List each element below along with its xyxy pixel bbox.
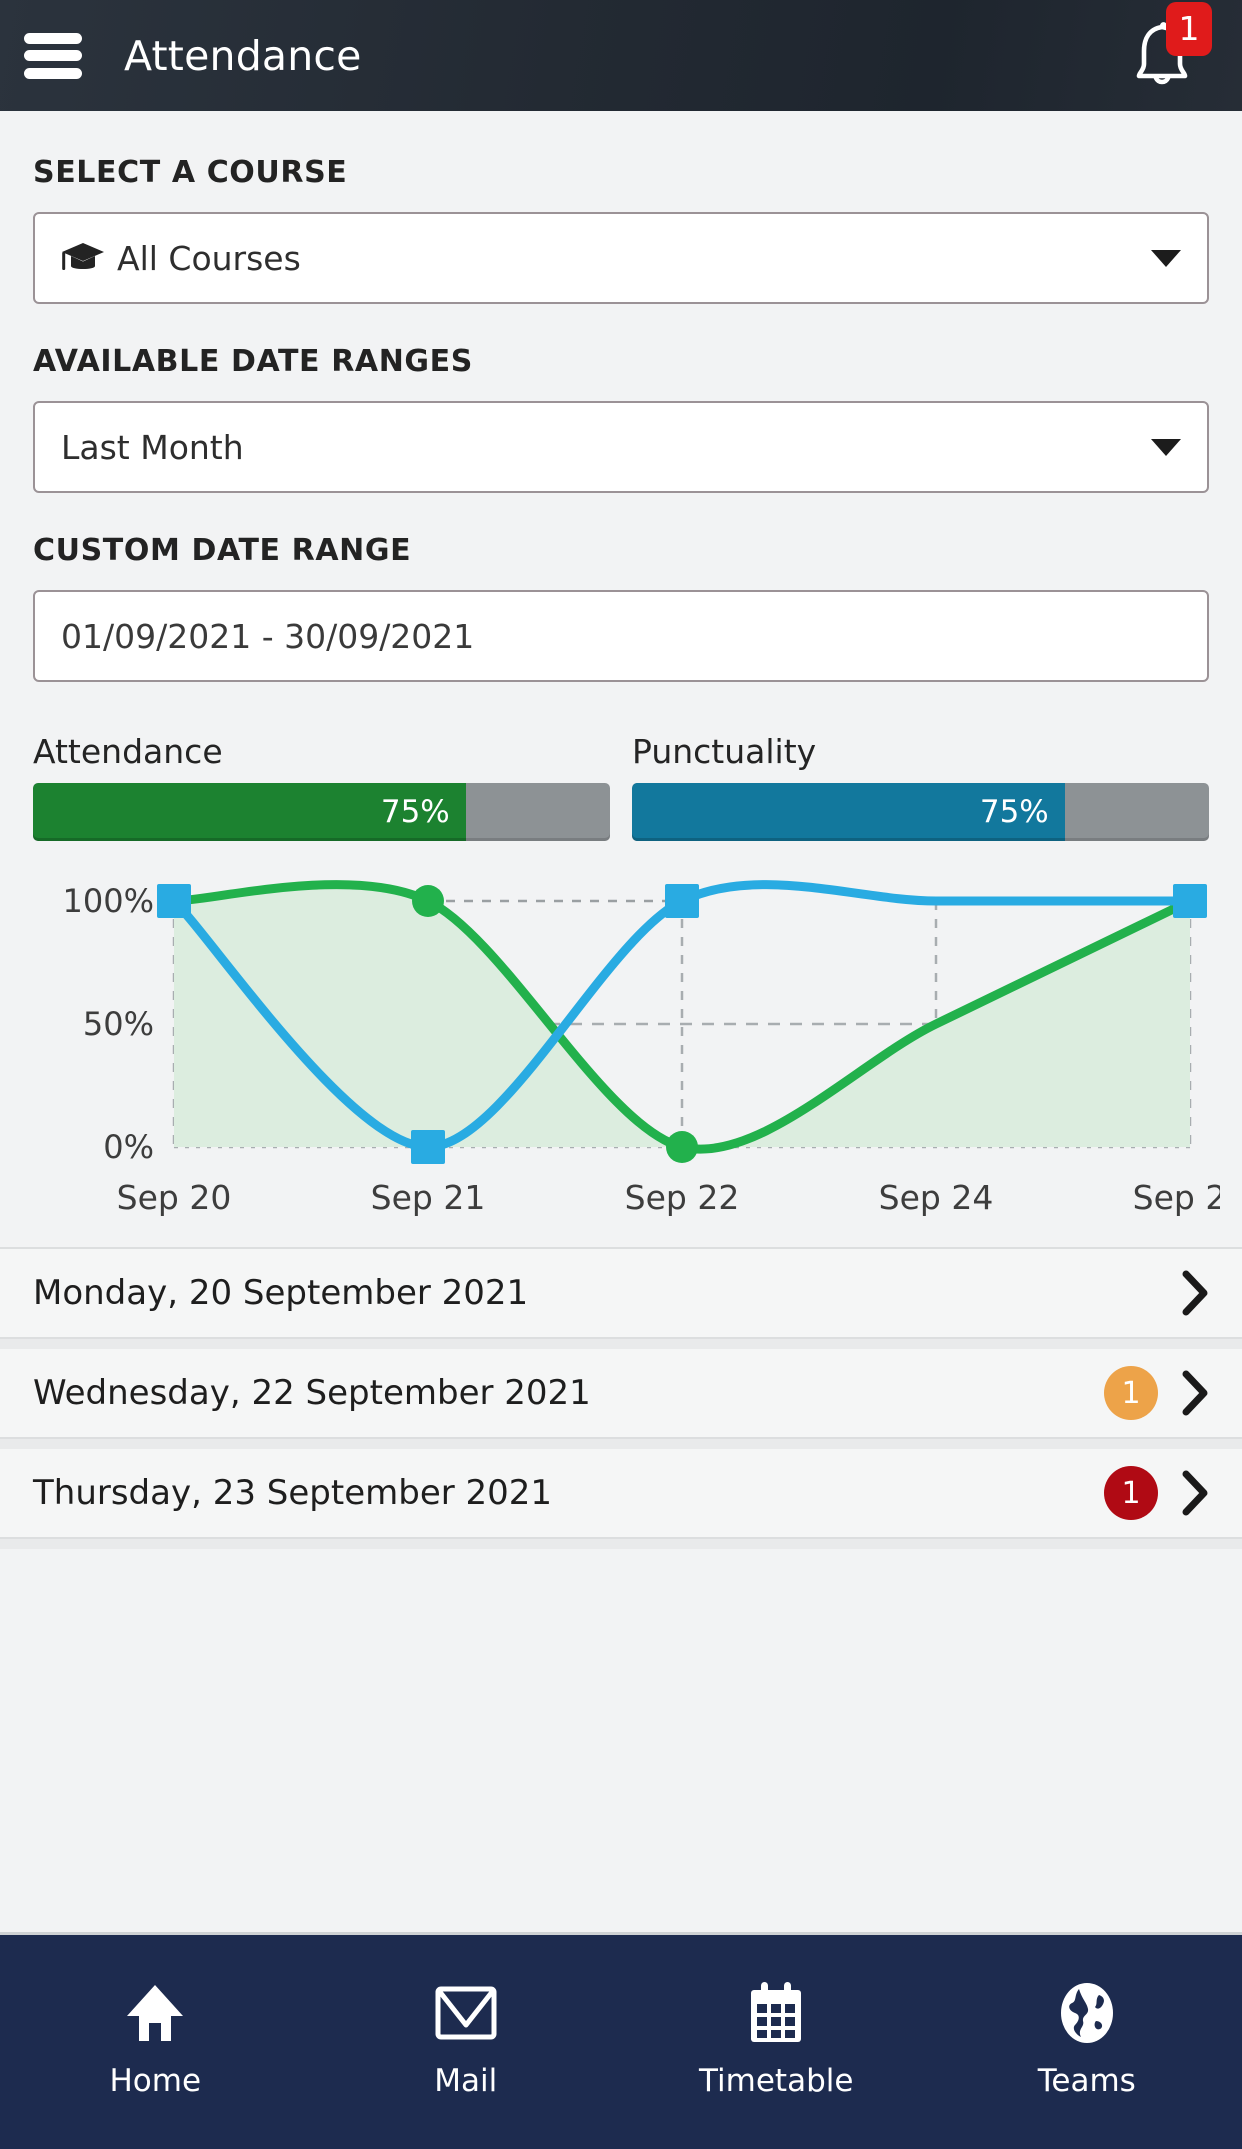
chart-data-point	[411, 1130, 445, 1164]
date-list: Monday, 20 September 2021 Wednesday, 22 S…	[0, 1247, 1242, 1549]
content-area: SELECT A COURSE All Courses AVAILABLE DA…	[0, 111, 1242, 1932]
date-list-item-badge: 1	[1104, 1466, 1158, 1520]
nav-label-timetable: Timetable	[699, 2063, 854, 2099]
graduation-cap-icon	[61, 241, 105, 275]
course-select-value: All Courses	[117, 238, 301, 278]
stat-attendance-track: 75%	[33, 783, 610, 841]
hamburger-bar	[24, 67, 82, 79]
app-header: Attendance 1	[0, 0, 1242, 111]
attendance-chart: 0% 50% 100% Sep 20 Sep 21 Sep 22 Sep 24 Sep 25	[0, 841, 1242, 1231]
chevron-down-icon	[1151, 438, 1181, 456]
date-list-item[interactable]: Monday, 20 September 2021	[0, 1249, 1242, 1339]
nav-item-teams[interactable]: Teams	[932, 1975, 1242, 2099]
chart-data-point	[666, 1131, 698, 1163]
hamburger-bar	[24, 32, 82, 44]
x-axis-tick-label: Sep 24	[879, 1178, 994, 1217]
y-axis-tick-label: 0%	[103, 1128, 154, 1166]
chevron-right-icon	[1178, 1370, 1212, 1416]
date-list-item[interactable]: Thursday, 23 September 2021 1	[0, 1449, 1242, 1539]
date-range-select-value: Last Month	[61, 427, 244, 467]
date-list-separator	[0, 1439, 1242, 1449]
home-icon	[121, 1975, 189, 2051]
custom-date-range-input[interactable]: 01/09/2021 - 30/09/2021	[33, 590, 1209, 682]
attendance-chart-svg: 0% 50% 100% Sep 20 Sep 21 Sep 22 Sep 24 Sep 25	[63, 880, 1220, 1217]
date-range-select[interactable]: Last Month	[33, 401, 1209, 493]
hamburger-menu-icon[interactable]	[24, 32, 82, 79]
course-select[interactable]: All Courses	[33, 212, 1209, 304]
stat-attendance-label: Attendance	[33, 732, 223, 771]
y-axis-tick-label: 50%	[83, 1005, 154, 1043]
stat-punctuality-label: Punctuality	[632, 732, 817, 771]
stat-punctuality: Punctuality 75%	[632, 732, 1209, 841]
x-axis-tick-label: Sep 20	[117, 1178, 232, 1217]
select-course-label: SELECT A COURSE	[33, 155, 348, 190]
nav-label-mail: Mail	[434, 2063, 498, 2099]
chevron-right-icon	[1178, 1470, 1212, 1516]
custom-date-range-value: 01/09/2021 - 30/09/2021	[61, 616, 475, 656]
attendance-screen: Attendance 1 SELECT A COURSE All Courses…	[0, 0, 1242, 2149]
available-date-ranges-label: AVAILABLE DATE RANGES	[33, 344, 473, 379]
chart-data-point	[412, 885, 444, 917]
chart-data-point	[665, 884, 699, 918]
chart-data-point	[157, 884, 191, 918]
filters-panel: SELECT A COURSE All Courses AVAILABLE DA…	[0, 111, 1242, 722]
date-list-item[interactable]: Wednesday, 22 September 2021 1	[0, 1349, 1242, 1439]
date-list-item-label: Thursday, 23 September 2021	[33, 1473, 553, 1513]
globe-icon	[1055, 1975, 1119, 2051]
x-axis-tick-label: Sep 25	[1133, 1178, 1220, 1217]
stat-attendance: Attendance 75%	[33, 732, 610, 841]
chart-data-point	[1173, 884, 1207, 918]
x-axis-tick-label: Sep 21	[371, 1178, 486, 1217]
date-list-item-label: Monday, 20 September 2021	[33, 1273, 529, 1313]
notification-badge: 1	[1166, 1, 1212, 56]
calendar-icon	[745, 1975, 807, 2051]
x-axis-tick-label: Sep 22	[625, 1178, 740, 1217]
date-list-separator	[0, 1339, 1242, 1349]
stat-punctuality-fill: 75%	[632, 783, 1065, 841]
date-list-item-label: Wednesday, 22 September 2021	[33, 1373, 591, 1413]
date-list-separator	[0, 1539, 1242, 1549]
hamburger-bar	[24, 50, 82, 61]
stats-row: Attendance 75% Punctuality 75%	[0, 722, 1242, 841]
nav-label-home: Home	[109, 2063, 202, 2099]
stat-attendance-fill: 75%	[33, 783, 466, 841]
nav-label-teams: Teams	[1037, 2063, 1136, 2099]
chevron-right-icon	[1178, 1270, 1212, 1316]
custom-date-range-label: CUSTOM DATE RANGE	[33, 533, 412, 568]
bottom-navigation: Home Mail Timetable Teams	[0, 1932, 1242, 2149]
chevron-down-icon	[1151, 249, 1181, 267]
nav-item-timetable[interactable]: Timetable	[621, 1975, 932, 2099]
page-title: Attendance	[124, 31, 362, 80]
nav-item-mail[interactable]: Mail	[311, 1975, 622, 2099]
stat-punctuality-track: 75%	[632, 783, 1209, 841]
date-list-item-badge: 1	[1104, 1366, 1158, 1420]
nav-item-home[interactable]: Home	[0, 1975, 311, 2099]
y-axis-tick-label: 100%	[63, 882, 154, 920]
mail-envelope-icon	[432, 1975, 500, 2051]
notifications-button[interactable]: 1	[1116, 1, 1212, 98]
